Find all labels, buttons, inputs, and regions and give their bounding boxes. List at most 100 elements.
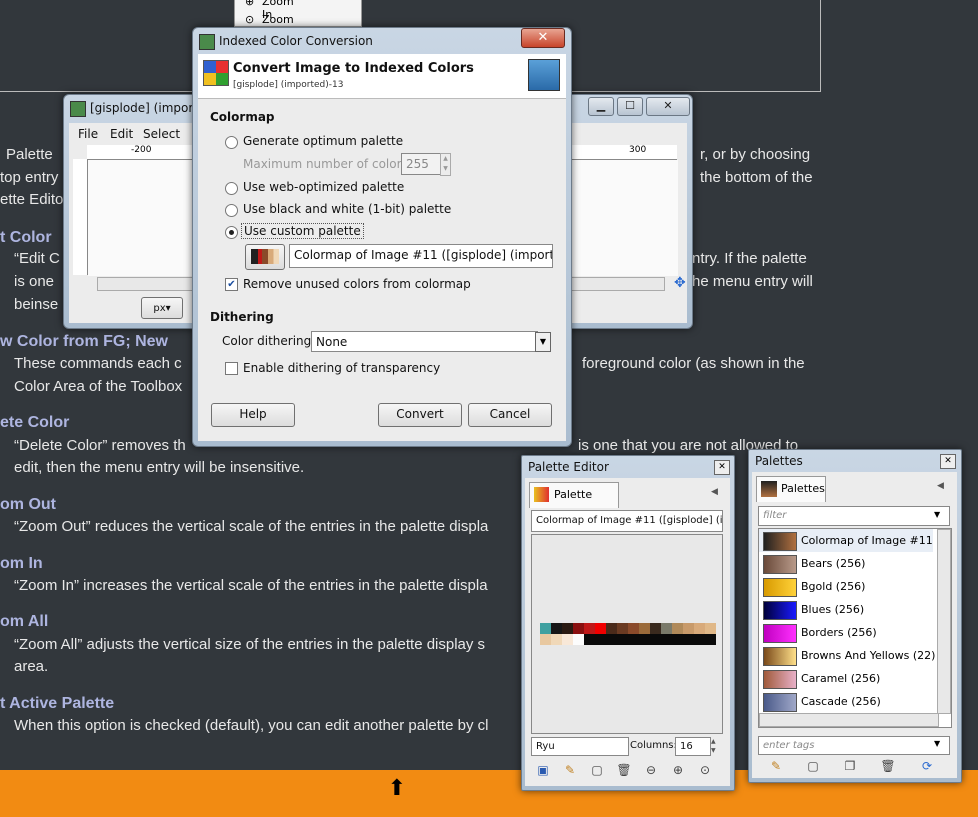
new-from-fg-icon[interactable]: ✎: [562, 762, 578, 778]
palette-list-item[interactable]: Bgold (256): [759, 575, 933, 598]
remove-unused-checkbox[interactable]: ✔: [225, 278, 238, 291]
palette-swatch[interactable]: [705, 634, 716, 645]
palette-swatch[interactable]: [573, 623, 584, 634]
radio-custom-palette[interactable]: [225, 226, 238, 239]
cancel-button[interactable]: Cancel: [468, 403, 552, 427]
max-colors-spinner[interactable]: ▲ ▼: [440, 153, 451, 176]
max-colors-input[interactable]: 255: [401, 153, 441, 175]
radio-web-optimized[interactable]: [225, 182, 238, 195]
palette-swatch[interactable]: [683, 623, 694, 634]
new-palette-icon[interactable]: ▢: [805, 758, 821, 774]
palette-select-button[interactable]: [245, 244, 285, 270]
tab-menu-icon[interactable]: ◀: [937, 481, 944, 491]
delete-color-icon[interactable]: 🗑: [616, 762, 632, 778]
palette-swatch[interactable]: [694, 623, 705, 634]
palette-swatch[interactable]: [540, 634, 551, 645]
palette-swatch[interactable]: [573, 634, 584, 645]
palette-swatch[interactable]: [584, 634, 595, 645]
tags-dropdown-icon[interactable]: ▼: [934, 739, 940, 748]
palette-swatch[interactable]: [650, 634, 661, 645]
chevron-down-icon[interactable]: ▼: [535, 332, 551, 352]
radio-generate-optimum[interactable]: [225, 136, 238, 149]
palette-list[interactable]: Colormap of Image #11 ([gisp Bears (256) B…: [758, 528, 952, 728]
menu-select[interactable]: Select: [143, 127, 180, 141]
tab-palettes[interactable]: Palettes: [756, 476, 826, 502]
doc-line: “Edit C: [14, 250, 60, 267]
palette-swatch[interactable]: [683, 634, 694, 645]
palette-swatch[interactable]: [628, 623, 639, 634]
palettes-close-icon[interactable]: ✕: [940, 454, 956, 469]
palette-list-item[interactable]: Blues (256): [759, 598, 933, 621]
menu-file[interactable]: File: [78, 127, 98, 141]
palette-list-item[interactable]: Cascade (256): [759, 690, 933, 713]
radio-black-white[interactable]: [225, 204, 238, 217]
maximize-button[interactable]: ☐: [617, 97, 643, 116]
color-name-input[interactable]: Ryu: [531, 737, 629, 756]
columns-input[interactable]: 16: [675, 737, 711, 756]
duplicate-palette-icon[interactable]: ❐: [842, 758, 858, 774]
palette-list-item[interactable]: Colormap of Image #11 ([gisp: [759, 529, 951, 552]
palette-list-item[interactable]: Browns And Yellows (22): [759, 644, 935, 667]
palette-swatch[interactable]: [694, 634, 705, 645]
filter-dropdown-icon[interactable]: ▼: [934, 510, 940, 519]
palette-swatch[interactable]: [672, 634, 683, 645]
palette-swatch-area[interactable]: [531, 534, 723, 734]
image-close-button[interactable]: ✕: [646, 97, 690, 116]
dialog-close-button[interactable]: ✕: [521, 28, 565, 48]
palette-swatch[interactable]: [606, 623, 617, 634]
navigate-icon[interactable]: ✥: [674, 275, 686, 291]
zoom-in-icon[interactable]: ⊕: [670, 762, 686, 778]
palette-swatch[interactable]: [661, 623, 672, 634]
palette-swatch[interactable]: [595, 634, 606, 645]
color-dithering-label: Color dithering:: [222, 334, 316, 348]
palette-swatch[interactable]: [551, 623, 562, 634]
palette-swatch[interactable]: [562, 623, 573, 634]
tab-palette-editor[interactable]: Palette Editor: [529, 482, 619, 525]
palette-swatch[interactable]: [650, 623, 661, 634]
columns-spinner[interactable]: ▲ ▼: [711, 737, 719, 755]
new-color-icon[interactable]: ▢: [589, 762, 605, 778]
minimize-button[interactable]: ▁: [588, 97, 614, 116]
palette-editor-close-icon[interactable]: ✕: [714, 460, 730, 475]
palette-swatch[interactable]: [584, 623, 595, 634]
palette-swatch[interactable]: [639, 634, 650, 645]
palette-list-hscroll[interactable]: [759, 713, 939, 727]
palette-filter-input[interactable]: filter: [758, 506, 950, 526]
remove-unused-label: Remove unused colors from colormap: [243, 277, 471, 291]
help-button[interactable]: Help: [211, 403, 295, 427]
palette-swatch[interactable]: [628, 634, 639, 645]
palette-swatch[interactable]: [672, 623, 683, 634]
tab-menu-icon[interactable]: ◀: [711, 487, 718, 497]
palette-name-input[interactable]: Colormap of Image #11 ([gisplode] (impor: [531, 510, 723, 532]
palette-swatch[interactable]: [595, 623, 606, 634]
dither-transparency-checkbox[interactable]: [225, 362, 238, 375]
palette-swatch[interactable]: [617, 634, 628, 645]
refresh-palettes-icon[interactable]: ⟳: [919, 758, 935, 774]
palette-swatch[interactable]: [639, 623, 650, 634]
edit-palette-icon[interactable]: ✎: [768, 758, 784, 774]
palette-swatch[interactable]: [551, 634, 562, 645]
color-dithering-select[interactable]: None: [311, 331, 538, 352]
custom-palette-label: Use custom palette: [241, 223, 364, 239]
palette-swatch[interactable]: [661, 634, 672, 645]
palette-swatch[interactable]: [617, 623, 628, 634]
palette-list-item[interactable]: Borders (256): [759, 621, 933, 644]
palette-swatch[interactable]: [540, 623, 551, 634]
convert-button[interactable]: Convert: [378, 403, 462, 427]
palette-list-item[interactable]: Bears (256): [759, 552, 933, 575]
edit-color-icon[interactable]: ▣: [535, 762, 551, 778]
palette-swatch[interactable]: [606, 634, 617, 645]
scroll-top-icon[interactable]: ⬆: [386, 778, 408, 800]
palette-list-vscroll[interactable]: [937, 529, 951, 714]
zoom-out-icon[interactable]: ⊖: [643, 762, 659, 778]
menu-edit[interactable]: Edit: [110, 127, 133, 141]
palette-swatch[interactable]: [562, 634, 573, 645]
dialog-subheading: [gisplode] (imported)-13: [233, 80, 344, 90]
tags-input[interactable]: enter tags: [758, 736, 950, 755]
custom-palette-field[interactable]: Colormap of Image #11 ([gisplode] (impor…: [289, 244, 553, 268]
palette-swatch[interactable]: [705, 623, 716, 634]
zoom-all-icon[interactable]: ⊙: [697, 762, 713, 778]
palette-list-item[interactable]: Caramel (256): [759, 667, 933, 690]
unit-selector[interactable]: px▾: [141, 297, 183, 319]
delete-palette-icon[interactable]: 🗑: [880, 758, 896, 774]
